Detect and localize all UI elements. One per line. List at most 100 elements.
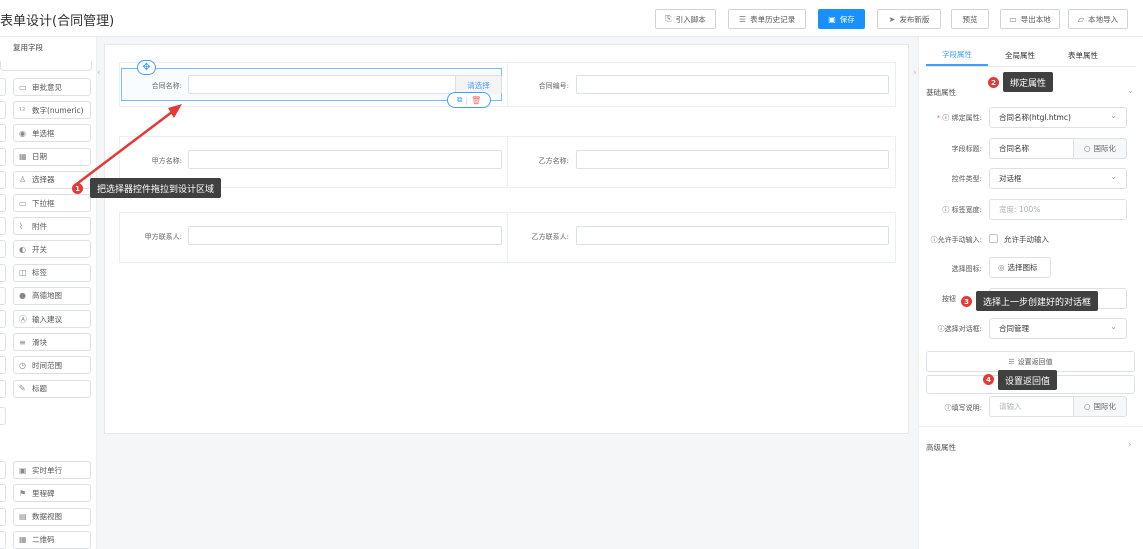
- radio-icon: ◉: [19, 128, 26, 138]
- dropdown-icon: ▭: [19, 198, 27, 208]
- component-item[interactable]: ▣ 实时单行: [13, 461, 91, 479]
- component-stub[interactable]: [0, 240, 6, 259]
- component-item[interactable]: ▦ 二维码: [13, 530, 91, 549]
- fill-desc-input[interactable]: 请输入: [989, 396, 1074, 417]
- component-item[interactable]: Ⓐ 输入建议: [13, 310, 91, 328]
- annotation-tooltip-4: 设置返回值: [998, 370, 1058, 390]
- publish-button[interactable]: ➤ 发布新版: [877, 9, 941, 29]
- component-stub[interactable]: [0, 170, 6, 189]
- component-item[interactable]: ◷ 时间范围: [13, 356, 91, 375]
- component-item[interactable]: ⌇ 附件: [13, 217, 91, 236]
- page-title: 表单设计(合同管理): [0, 14, 115, 29]
- component-item[interactable]: ● 高德地图: [13, 286, 91, 305]
- select-dialog-label: ⓘ选择对话框:: [937, 325, 982, 333]
- bind-prop-select[interactable]: 合同名称(htgl.htmc) ⌄: [989, 107, 1127, 128]
- tab-field-props[interactable]: 字段属性: [926, 44, 988, 66]
- party-a-contact-input[interactable]: [188, 226, 502, 245]
- qrcode-icon: ▦: [19, 535, 27, 545]
- save-button[interactable]: ▣ 保存: [818, 9, 865, 29]
- component-stub[interactable]: [0, 407, 6, 425]
- component-label: 数字(numeric): [32, 105, 84, 115]
- delete-icon[interactable]: 🗑: [471, 96, 481, 105]
- component-stub[interactable]: [0, 286, 6, 305]
- i18n-button[interactable]: ○ 国际化: [1073, 138, 1127, 159]
- component-search[interactable]: [0, 61, 92, 71]
- form-history-button[interactable]: ☰ 表单历史记录: [728, 9, 806, 29]
- import-script-button[interactable]: ⎘ 引入脚本: [655, 9, 716, 29]
- component-item[interactable]: ◐ 开关: [13, 240, 91, 259]
- component-stub[interactable]: [0, 217, 6, 236]
- clock-icon: ◷: [19, 360, 26, 370]
- list-icon: ☰: [738, 14, 747, 24]
- collapse-left-icon[interactable]: ‹: [97, 68, 101, 78]
- copy-icon[interactable]: ⧉: [457, 95, 463, 105]
- component-label: 时间范围: [32, 360, 62, 370]
- advanced-props-header[interactable]: 高级属性: [926, 442, 956, 453]
- move-icon[interactable]: ✥: [137, 60, 156, 75]
- component-stub[interactable]: [0, 263, 6, 282]
- export-local-button[interactable]: ▭ 导出本地: [1000, 9, 1060, 29]
- component-item[interactable]: ▭ 审批意见: [13, 78, 91, 96]
- reuse-fields-tab[interactable]: 复用字段: [13, 42, 43, 53]
- component-stub[interactable]: [0, 194, 6, 212]
- component-item[interactable]: ◫ 标签: [13, 263, 91, 282]
- label-width-input[interactable]: 宽度: 100%: [989, 199, 1127, 220]
- component-stub[interactable]: [0, 147, 6, 166]
- preview-button[interactable]: 预览: [951, 9, 989, 29]
- contract-name-label: 合同名称:: [151, 82, 182, 90]
- chevron-down-icon[interactable]: ⌄: [1127, 86, 1134, 95]
- component-stub[interactable]: [0, 461, 6, 479]
- field-title-input[interactable]: 合同名称: [989, 138, 1074, 159]
- select-dialog-select[interactable]: 合同管理 ⌄: [989, 318, 1127, 339]
- component-item[interactable]: ⚑ 里程碑: [13, 484, 91, 503]
- tab-form-props[interactable]: 表单属性: [1052, 44, 1114, 66]
- component-label: 单选框: [32, 128, 55, 138]
- bind-prop-label: * ⓘ 绑定属性:: [936, 114, 982, 122]
- party-a-name-input[interactable]: [188, 150, 502, 169]
- component-item[interactable]: ✎ 标题: [13, 379, 91, 398]
- component-stub[interactable]: [0, 78, 6, 96]
- annotation-badge-1: 1: [72, 183, 83, 194]
- contract-no-input[interactable]: [576, 75, 889, 94]
- manual-input-label: ⓘ允许手动输入:: [930, 236, 982, 244]
- manual-input-text: 允许手动输入: [1004, 235, 1049, 244]
- component-stub[interactable]: [0, 124, 6, 143]
- control-type-select[interactable]: 对话框 ⌄: [989, 168, 1127, 189]
- component-stub[interactable]: [0, 356, 6, 375]
- component-item[interactable]: ≡ 滑块: [13, 333, 91, 352]
- component-item[interactable]: ▦ 日期: [13, 147, 91, 166]
- tab-global-props[interactable]: 全局属性: [989, 44, 1051, 66]
- suggest-icon: Ⓐ: [19, 314, 27, 324]
- field-title-label: 字段标题:: [951, 145, 982, 153]
- chevron-right-icon[interactable]: ›: [1128, 440, 1132, 450]
- import-local-button[interactable]: ▱ 本地导入: [1068, 9, 1128, 29]
- fill-desc-label: ⓘ填写说明:: [944, 404, 982, 412]
- action-divider: |: [465, 95, 469, 105]
- annotation-tooltip-2: 绑定属性: [1003, 72, 1054, 92]
- list-icon: ☰: [1008, 357, 1015, 366]
- realtime-icon: ▣: [19, 465, 27, 475]
- component-item[interactable]: ▤ 数据视图: [13, 507, 91, 526]
- slider-icon: ≡: [19, 337, 26, 347]
- component-stub[interactable]: [0, 379, 6, 398]
- component-stub[interactable]: [0, 484, 6, 503]
- component-stub[interactable]: [0, 507, 6, 526]
- collapse-right-icon[interactable]: ›: [913, 68, 917, 78]
- contract-no-label: 合同编号:: [538, 82, 569, 90]
- component-stub[interactable]: [0, 530, 6, 549]
- component-item[interactable]: ◉ 单选框: [13, 124, 91, 143]
- component-item[interactable]: ¹² 数字(numeric): [13, 101, 91, 120]
- component-stub[interactable]: [0, 333, 6, 352]
- component-stub[interactable]: [0, 101, 6, 120]
- chevron-down-icon: ⌄: [1110, 322, 1117, 331]
- comment-box-icon: ▭: [19, 82, 27, 92]
- component-item[interactable]: ▭ 下拉框: [13, 194, 91, 212]
- basic-props-header[interactable]: 基础属性: [926, 87, 956, 98]
- manual-input-checkbox[interactable]: [989, 234, 998, 243]
- party-b-name-input[interactable]: [576, 150, 889, 169]
- set-return-value-button[interactable]: ☰ 设置返回值: [926, 351, 1135, 372]
- i18n-button[interactable]: ○ 国际化: [1073, 396, 1127, 417]
- select-icon-button[interactable]: ◎ 选择图标: [989, 257, 1051, 278]
- party-b-contact-input[interactable]: [576, 226, 889, 245]
- component-stub[interactable]: [0, 310, 6, 328]
